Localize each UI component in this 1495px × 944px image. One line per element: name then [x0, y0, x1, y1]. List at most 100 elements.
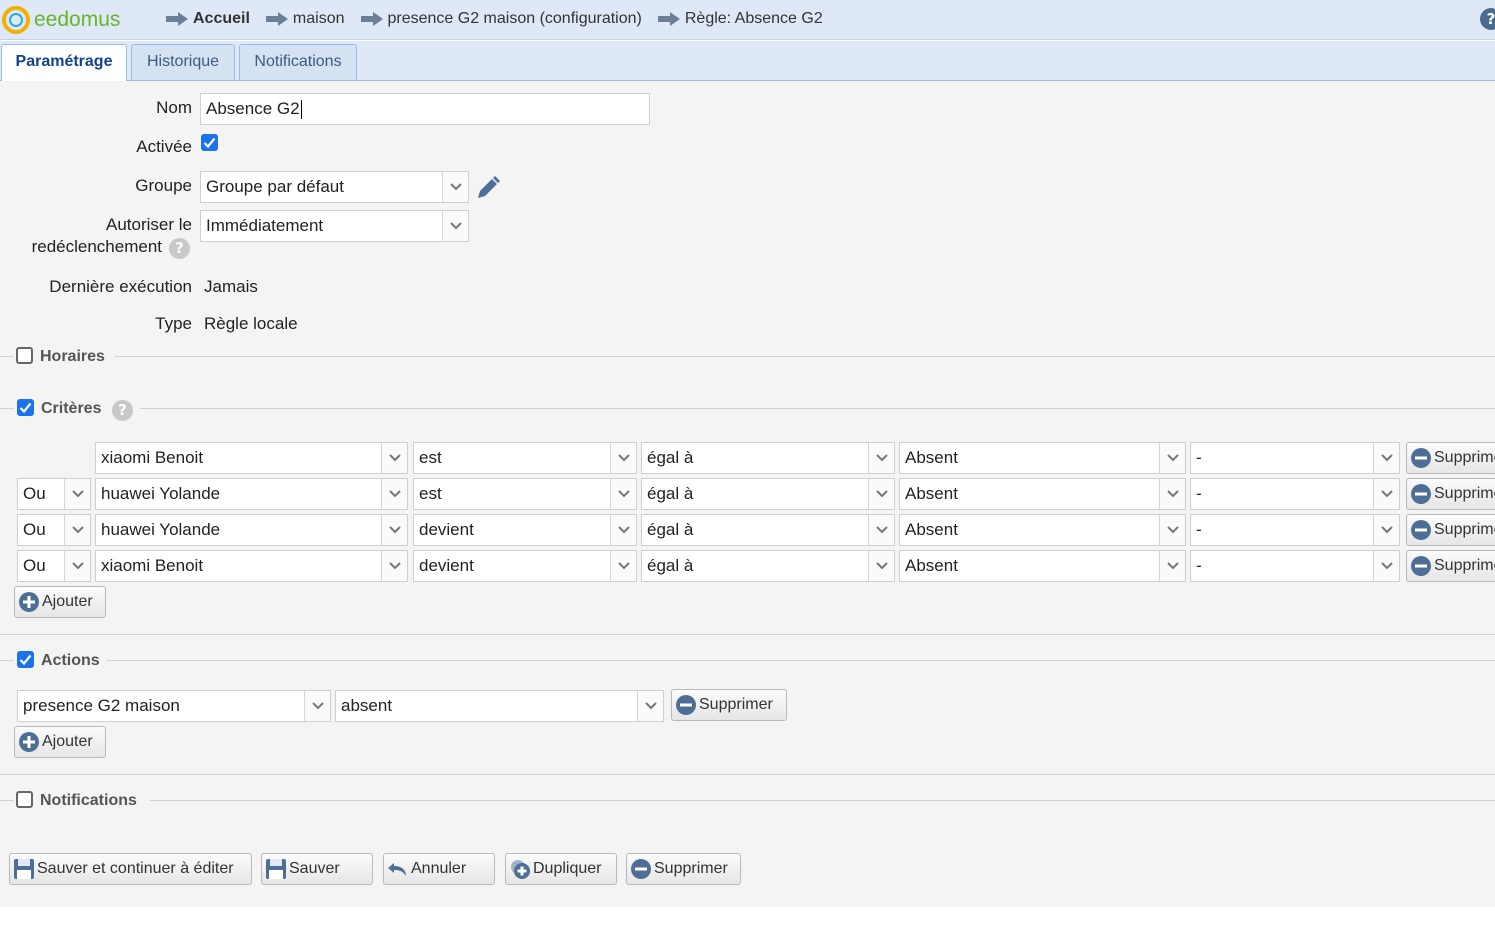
- dropdown-trigger[interactable]: [442, 172, 468, 202]
- dropdown-trigger[interactable]: [868, 443, 894, 473]
- dropdown-trigger[interactable]: [381, 551, 407, 581]
- dropdown-trigger[interactable]: [1373, 551, 1399, 581]
- chevron-down-icon: [389, 562, 401, 570]
- criteria-value-select[interactable]: Absent: [899, 514, 1186, 546]
- name-input[interactable]: Absence G2: [200, 93, 650, 125]
- criteria-add-button[interactable]: Ajouter: [14, 586, 106, 618]
- breadcrumb-room[interactable]: maison: [265, 10, 345, 28]
- duplicate-button[interactable]: Dupliquer: [505, 853, 617, 885]
- dropdown-trigger[interactable]: [1159, 479, 1185, 509]
- minus-circle-icon: [1411, 520, 1431, 540]
- criteria-checkbox[interactable]: [17, 399, 34, 416]
- save-button[interactable]: Sauver: [261, 853, 373, 885]
- criteria-verb-select[interactable]: est: [413, 478, 637, 510]
- dropdown-trigger[interactable]: [64, 479, 90, 509]
- dropdown-trigger[interactable]: [1373, 515, 1399, 545]
- checkmark-icon: [203, 137, 216, 149]
- criteria-delete-button[interactable]: Supprimer: [1406, 514, 1495, 546]
- duplicate-icon: [511, 860, 530, 879]
- criteria-delete-button[interactable]: Supprimer: [1406, 442, 1495, 474]
- dropdown-trigger[interactable]: [1373, 443, 1399, 473]
- dropdown-trigger[interactable]: [868, 551, 894, 581]
- arrow-right-icon: [360, 12, 383, 26]
- criteria-extra-select[interactable]: -: [1190, 514, 1400, 546]
- dropdown-trigger[interactable]: [610, 551, 636, 581]
- criteria-device-select[interactable]: huawei Yolande: [95, 514, 408, 546]
- chevron-down-icon: [1381, 490, 1393, 498]
- dropdown-trigger[interactable]: [304, 691, 330, 721]
- help-icon[interactable]: ?: [112, 400, 133, 421]
- dropdown-trigger[interactable]: [637, 691, 663, 721]
- tab-historique[interactable]: Historique: [131, 44, 235, 80]
- criteria-verb-select[interactable]: est: [413, 442, 637, 474]
- pencil-icon[interactable]: [475, 175, 501, 201]
- dropdown-trigger[interactable]: [381, 443, 407, 473]
- breadcrumb-home[interactable]: Accueil: [166, 10, 250, 28]
- tab-parametrage[interactable]: Paramétrage: [1, 44, 127, 82]
- breadcrumb-device[interactable]: presence G2 maison (configuration): [360, 10, 642, 28]
- retrigger-select[interactable]: Immédiatement: [200, 210, 469, 242]
- dropdown-trigger[interactable]: [381, 515, 407, 545]
- active-checkbox[interactable]: [201, 134, 218, 151]
- dropdown-trigger[interactable]: [610, 515, 636, 545]
- actions-add-button[interactable]: Ajouter: [14, 726, 106, 758]
- criteria-extra-select[interactable]: -: [1190, 550, 1400, 582]
- dropdown-trigger[interactable]: [610, 443, 636, 473]
- dropdown-trigger[interactable]: [64, 551, 90, 581]
- action-delete-button[interactable]: Supprimer: [671, 689, 787, 721]
- criteria-comparator-select[interactable]: égal à: [641, 514, 895, 546]
- dropdown-trigger[interactable]: [442, 211, 468, 241]
- criteria-value-select[interactable]: Absent: [899, 550, 1186, 582]
- criteria-comparator-select[interactable]: égal à: [641, 550, 895, 582]
- help-icon[interactable]: ?: [1480, 8, 1495, 30]
- group-select[interactable]: Groupe par défaut: [200, 171, 469, 203]
- dropdown-trigger[interactable]: [1159, 515, 1185, 545]
- criteria-connector-select[interactable]: Ou: [17, 550, 91, 582]
- chevron-down-icon: [312, 702, 324, 710]
- cancel-button[interactable]: Annuler: [383, 853, 495, 885]
- criteria-device-select[interactable]: xiaomi Benoit: [95, 550, 408, 582]
- dropdown-trigger[interactable]: [868, 479, 894, 509]
- chevron-down-icon: [1167, 562, 1179, 570]
- dropdown-trigger[interactable]: [610, 479, 636, 509]
- schedules-checkbox[interactable]: [16, 347, 33, 364]
- criteria-comparator-select[interactable]: égal à: [641, 478, 895, 510]
- criteria-extra-select[interactable]: -: [1190, 442, 1400, 474]
- criteria-comparator-select[interactable]: égal à: [641, 442, 895, 474]
- criteria-device-select[interactable]: xiaomi Benoit: [95, 442, 408, 474]
- actions-checkbox[interactable]: [17, 651, 34, 668]
- criteria-value-select[interactable]: Absent: [899, 478, 1186, 510]
- delete-button[interactable]: Supprimer: [626, 853, 741, 885]
- chevron-down-icon: [389, 526, 401, 534]
- dropdown-trigger[interactable]: [1159, 551, 1185, 581]
- tab-notifications[interactable]: Notifications: [239, 44, 357, 80]
- criteria-extra-select[interactable]: -: [1190, 478, 1400, 510]
- dropdown-trigger[interactable]: [381, 479, 407, 509]
- help-icon[interactable]: ?: [169, 238, 190, 259]
- retrigger-label-line2: redéclenchement: [31, 237, 162, 256]
- dropdown-trigger[interactable]: [1159, 443, 1185, 473]
- criteria-connector-select[interactable]: Ou: [17, 478, 91, 510]
- criteria-delete-button[interactable]: Supprimer: [1406, 478, 1495, 510]
- minus-circle-icon: [1411, 484, 1431, 504]
- fieldset-border: [0, 634, 1495, 635]
- dropdown-trigger[interactable]: [868, 515, 894, 545]
- chevron-down-icon: [876, 490, 888, 498]
- criteria-value-select[interactable]: Absent: [899, 442, 1186, 474]
- eedomus-logo[interactable]: eedomus: [2, 5, 120, 35]
- action-value-select[interactable]: absent: [335, 690, 664, 722]
- criteria-device-select[interactable]: huawei Yolande: [95, 478, 408, 510]
- notifications-checkbox[interactable]: [16, 791, 33, 808]
- dropdown-trigger[interactable]: [64, 515, 90, 545]
- chevron-down-icon: [876, 454, 888, 462]
- type-value: Règle locale: [204, 314, 298, 333]
- chevron-down-icon: [450, 222, 462, 230]
- fieldset-border: [0, 408, 14, 409]
- criteria-delete-button[interactable]: Supprimer: [1406, 550, 1495, 582]
- criteria-verb-select[interactable]: devient: [413, 514, 637, 546]
- criteria-verb-select[interactable]: devient: [413, 550, 637, 582]
- criteria-connector-select[interactable]: Ou: [17, 514, 91, 546]
- save-continue-button[interactable]: Sauver et continuer à éditer: [9, 853, 252, 885]
- action-device-select[interactable]: presence G2 maison: [17, 690, 331, 722]
- dropdown-trigger[interactable]: [1373, 479, 1399, 509]
